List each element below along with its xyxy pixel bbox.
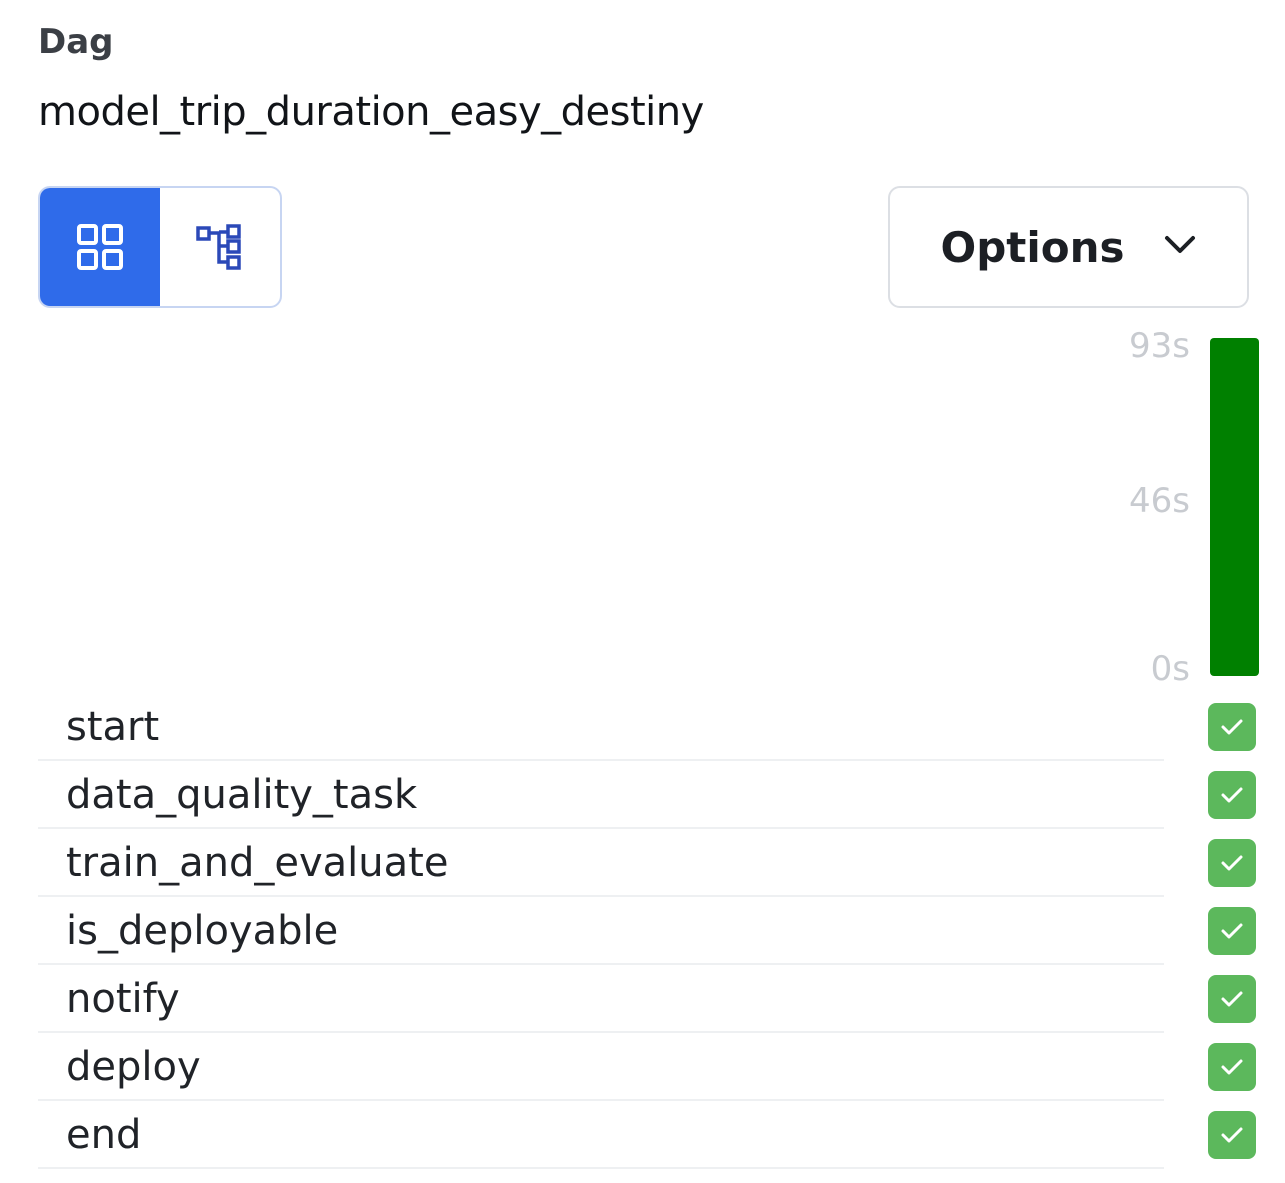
view-toggle [38, 186, 282, 308]
duration-axis-mid: 46s [1129, 481, 1190, 521]
graph-view-icon [195, 222, 245, 272]
task-instance-success-icon[interactable] [1208, 1043, 1256, 1091]
dag-id: model_trip_duration_easy_destiny [38, 89, 704, 135]
task-name[interactable]: notify [66, 973, 180, 1025]
task-instance-success-icon[interactable] [1208, 1111, 1256, 1159]
chevron-down-icon [1163, 234, 1197, 260]
task-list: start data_quality_task train_and_evaluate… [38, 693, 1268, 1169]
duration-axis-min: 0s [1150, 649, 1190, 689]
duration-axis-max: 93s [1129, 326, 1190, 366]
task-row[interactable]: data_quality_task [38, 761, 1268, 829]
task-instance-success-icon[interactable] [1208, 907, 1256, 955]
task-row[interactable]: notify [38, 965, 1268, 1033]
dag-grid-panel: Dag model_trip_duration_easy_destiny Opt… [0, 0, 1285, 1183]
task-row[interactable]: deploy [38, 1033, 1268, 1101]
grid-view-button[interactable] [40, 188, 160, 306]
task-name[interactable]: data_quality_task [66, 769, 417, 821]
options-dropdown-button[interactable]: Options [888, 186, 1249, 308]
task-name[interactable]: start [66, 701, 159, 753]
task-row[interactable]: train_and_evaluate [38, 829, 1268, 897]
graph-view-button[interactable] [160, 188, 280, 306]
task-row[interactable]: start [38, 693, 1268, 761]
task-name[interactable]: end [66, 1109, 141, 1161]
dag-label: Dag [38, 22, 114, 62]
run-duration-column [1210, 338, 1259, 676]
grid-view-icon [75, 222, 125, 272]
run-duration-bar[interactable] [1210, 338, 1259, 676]
options-label: Options [940, 222, 1125, 272]
task-instance-success-icon[interactable] [1208, 703, 1256, 751]
task-row[interactable]: is_deployable [38, 897, 1268, 965]
task-instance-success-icon[interactable] [1208, 839, 1256, 887]
task-instance-success-icon[interactable] [1208, 771, 1256, 819]
row-divider [38, 1167, 1164, 1169]
task-instance-success-icon[interactable] [1208, 975, 1256, 1023]
task-name[interactable]: train_and_evaluate [66, 837, 448, 889]
task-name[interactable]: deploy [66, 1041, 201, 1093]
task-row[interactable]: end [38, 1101, 1268, 1169]
task-name[interactable]: is_deployable [66, 905, 338, 957]
